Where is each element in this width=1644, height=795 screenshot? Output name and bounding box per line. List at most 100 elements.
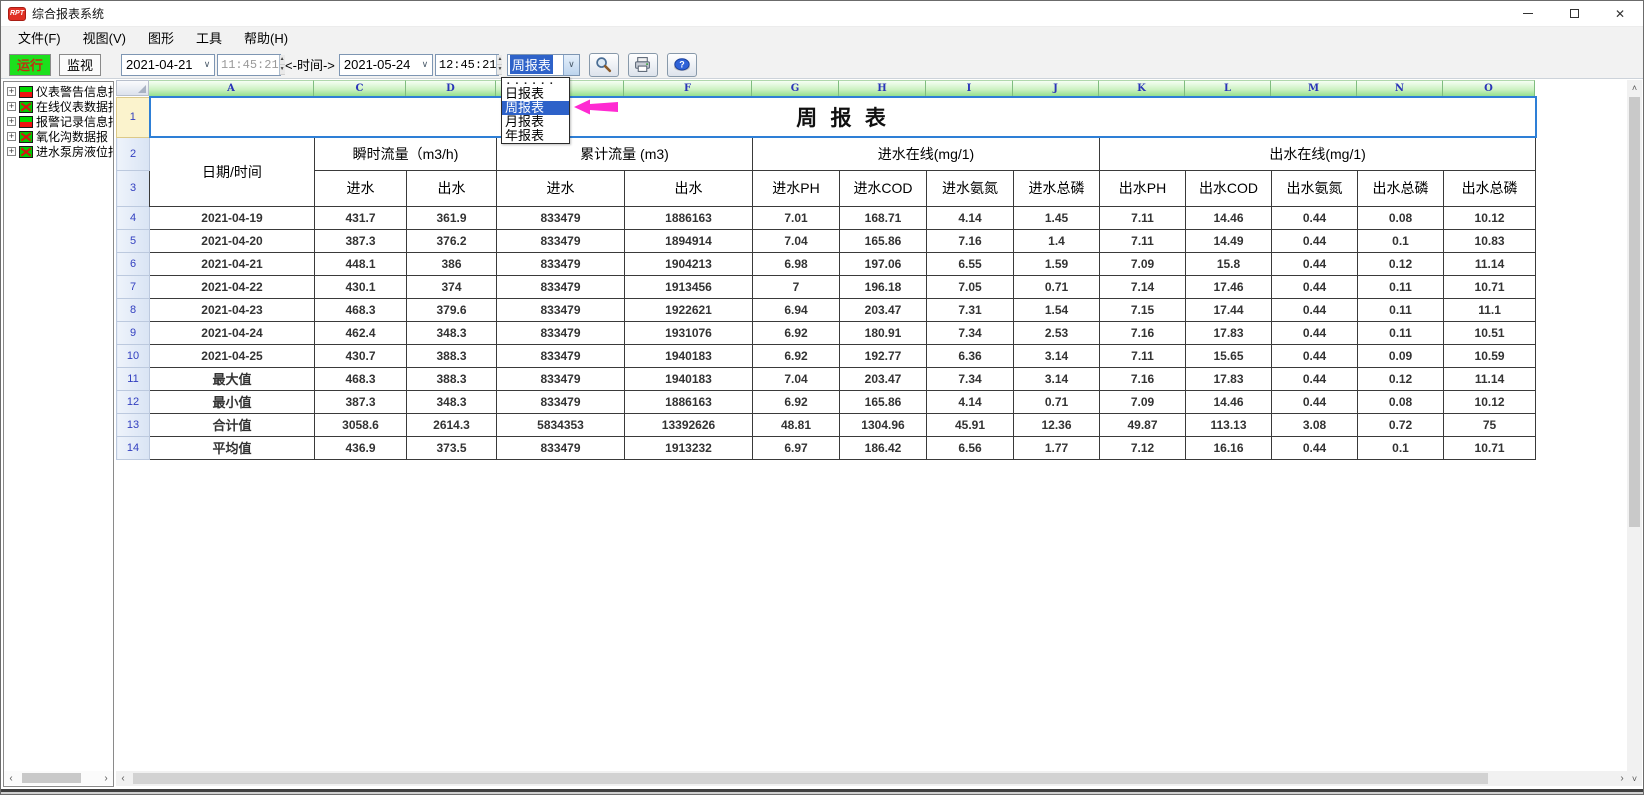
start-time-spinner[interactable]: 11:45:21 ▲ ▼ [217,54,281,76]
value-cell[interactable]: 14.49 [1186,229,1272,252]
value-cell[interactable]: 1.4 [1014,229,1100,252]
value-cell[interactable]: 1.77 [1014,436,1100,459]
value-cell[interactable]: 462.4 [315,321,407,344]
tree-item[interactable]: + 报警记录信息报 [4,114,113,129]
value-cell[interactable]: 0.12 [1358,252,1444,275]
dropdown-option[interactable]: 月报表 [502,115,569,129]
value-cell[interactable]: 168.71 [840,206,927,229]
date-label-cell[interactable]: 2021-04-23 [150,298,315,321]
value-cell[interactable]: 192.77 [840,344,927,367]
value-cell[interactable]: 0.11 [1358,275,1444,298]
value-cell[interactable]: 386 [407,252,497,275]
value-cell[interactable]: 0.11 [1358,321,1444,344]
column-header-cell[interactable]: C [314,80,406,96]
value-cell[interactable]: 361.9 [407,206,497,229]
value-cell[interactable]: 4.14 [927,206,1014,229]
instant-flow-group-cell[interactable]: 瞬时流量（m3/h) [315,137,497,170]
row-number[interactable]: 2 [117,137,150,170]
row-number[interactable]: 7 [117,275,150,298]
value-cell[interactable]: 376.2 [407,229,497,252]
end-date-combobox[interactable]: 2021-05-24 ∨ [339,54,433,76]
sidebar-scroll-thumb[interactable] [22,773,81,783]
tree-expand-icon[interactable]: + [7,147,16,156]
value-cell[interactable]: 1940183 [625,367,753,390]
row-number[interactable]: 4 [117,206,150,229]
column-header-cell[interactable]: H [839,80,926,96]
chevron-down-icon[interactable]: ∨ [563,55,579,75]
start-date-combobox[interactable]: 2021-04-21 ∨ [121,54,215,76]
value-cell[interactable]: 7.15 [1100,298,1186,321]
value-cell[interactable]: 2614.3 [407,413,497,436]
value-cell[interactable]: 1886163 [625,206,753,229]
value-cell[interactable]: 12.36 [1014,413,1100,436]
value-cell[interactable]: 11.14 [1444,367,1536,390]
maximize-button[interactable] [1551,1,1597,27]
value-cell[interactable]: 14.46 [1186,206,1272,229]
sub-header-cell[interactable]: 出水总磷 [1444,170,1536,206]
value-cell[interactable]: 1913232 [625,436,753,459]
value-cell[interactable]: 7.05 [927,275,1014,298]
value-cell[interactable]: 374 [407,275,497,298]
value-cell[interactable]: 6.94 [753,298,840,321]
value-cell[interactable]: 1304.96 [840,413,927,436]
value-cell[interactable]: 431.7 [315,206,407,229]
value-cell[interactable]: 833479 [497,436,625,459]
sub-header-cell[interactable]: 进水PH [753,170,840,206]
value-cell[interactable]: 7.34 [927,321,1014,344]
menu-item[interactable]: 图形 [137,27,185,51]
run-button[interactable]: 运行 [9,54,51,76]
value-cell[interactable]: 7.09 [1100,390,1186,413]
sub-header-cell[interactable]: 进水COD [840,170,927,206]
value-cell[interactable]: 7.04 [753,367,840,390]
value-cell[interactable]: 6.55 [927,252,1014,275]
tree-expand-icon[interactable]: + [7,87,16,96]
value-cell[interactable]: 75 [1444,413,1536,436]
sidebar-horizontal-scrollbar[interactable]: ‹ › [4,771,113,785]
value-cell[interactable]: 10.59 [1444,344,1536,367]
value-cell[interactable]: 833479 [497,321,625,344]
tree-item[interactable]: + 氧化沟数据报 [4,129,113,144]
scroll-down-icon[interactable]: ˅ [1627,771,1642,786]
value-cell[interactable]: 0.1 [1358,436,1444,459]
value-cell[interactable]: 0.44 [1272,298,1358,321]
value-cell[interactable]: 0.71 [1014,275,1100,298]
row-number[interactable]: 5 [117,229,150,252]
date-label-cell[interactable]: 2021-04-20 [150,229,315,252]
value-cell[interactable]: 13392626 [625,413,753,436]
value-cell[interactable]: 0.71 [1014,390,1100,413]
column-header-cell[interactable]: F [624,80,752,96]
value-cell[interactable]: 388.3 [407,367,497,390]
value-cell[interactable]: 0.12 [1358,367,1444,390]
value-cell[interactable]: 11.14 [1444,252,1536,275]
spin-up-icon[interactable]: ▲ [280,55,285,65]
value-cell[interactable]: 1913456 [625,275,753,298]
spin-down-icon[interactable]: ▼ [497,65,502,75]
value-cell[interactable]: 10.71 [1444,436,1536,459]
spin-up-icon[interactable]: ▲ [497,55,502,65]
value-cell[interactable]: 5834353 [497,413,625,436]
date-label-cell[interactable]: 2021-04-24 [150,321,315,344]
row-number[interactable]: 12 [117,390,150,413]
value-cell[interactable]: 6.36 [927,344,1014,367]
scroll-right-icon[interactable]: › [1615,773,1629,784]
scroll-left-icon[interactable]: ‹ [4,773,18,784]
value-cell[interactable]: 7.11 [1100,229,1186,252]
value-cell[interactable]: 1.45 [1014,206,1100,229]
dropdown-option[interactable]: 日报表 [502,87,569,101]
value-cell[interactable]: 468.3 [315,298,407,321]
value-cell[interactable]: 0.44 [1272,367,1358,390]
value-cell[interactable]: 10.12 [1444,206,1536,229]
value-cell[interactable]: 0.72 [1358,413,1444,436]
value-cell[interactable]: 1922621 [625,298,753,321]
value-cell[interactable]: 16.16 [1186,436,1272,459]
value-cell[interactable]: 14.46 [1186,390,1272,413]
value-cell[interactable]: 833479 [497,390,625,413]
value-cell[interactable]: 165.86 [840,390,927,413]
tree-expand-icon[interactable]: + [7,132,16,141]
value-cell[interactable]: 7.11 [1100,206,1186,229]
value-cell[interactable]: 6.92 [753,390,840,413]
datetime-header-cell[interactable]: 日期/时间 [150,137,315,206]
close-button[interactable]: ✕ [1597,1,1643,27]
sub-header-cell[interactable]: 出水 [625,170,753,206]
dropdown-scroll-indicator[interactable]: ...... [502,78,569,87]
